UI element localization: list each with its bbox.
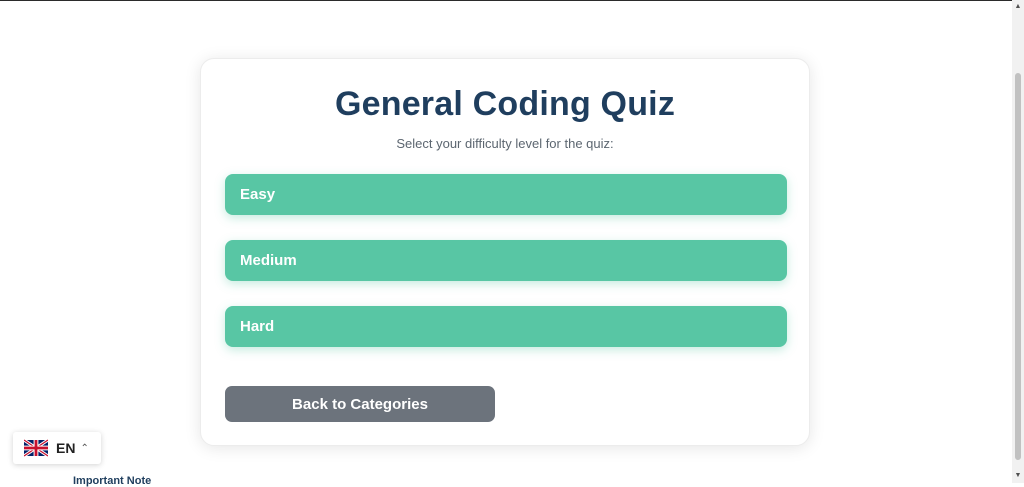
page-title: General Coding Quiz [334, 85, 676, 123]
scrollbar-thumb[interactable] [1015, 73, 1021, 460]
uk-flag-icon [24, 439, 48, 457]
quiz-card: General Coding Quiz Select your difficul… [200, 58, 810, 446]
page: General Coding Quiz Select your difficul… [0, 1, 1012, 487]
scroll-down-icon[interactable]: ▼ [1012, 470, 1024, 482]
chevron-up-icon: ⌃ [80, 442, 89, 454]
language-selector[interactable]: EN ⌃ [13, 432, 101, 464]
language-code: EN [56, 440, 76, 456]
important-note-heading: Important Note [73, 475, 152, 487]
scroll-up-icon[interactable]: ▲ [1012, 1, 1024, 13]
easy-button[interactable]: Easy [225, 174, 787, 215]
medium-label: Medium [240, 252, 297, 269]
easy-label: Easy [240, 186, 276, 203]
hard-button[interactable]: Hard [225, 306, 787, 347]
scrollbar[interactable]: ▲ ▼ [1012, 0, 1024, 483]
back-to-categories-button[interactable]: Back to Categories [225, 386, 495, 422]
hard-label: Hard [240, 318, 275, 335]
medium-button[interactable]: Medium [225, 240, 787, 281]
back-label: Back to Categories [292, 395, 428, 413]
quiz-subtitle: Select your difficulty level for the qui… [396, 136, 614, 151]
